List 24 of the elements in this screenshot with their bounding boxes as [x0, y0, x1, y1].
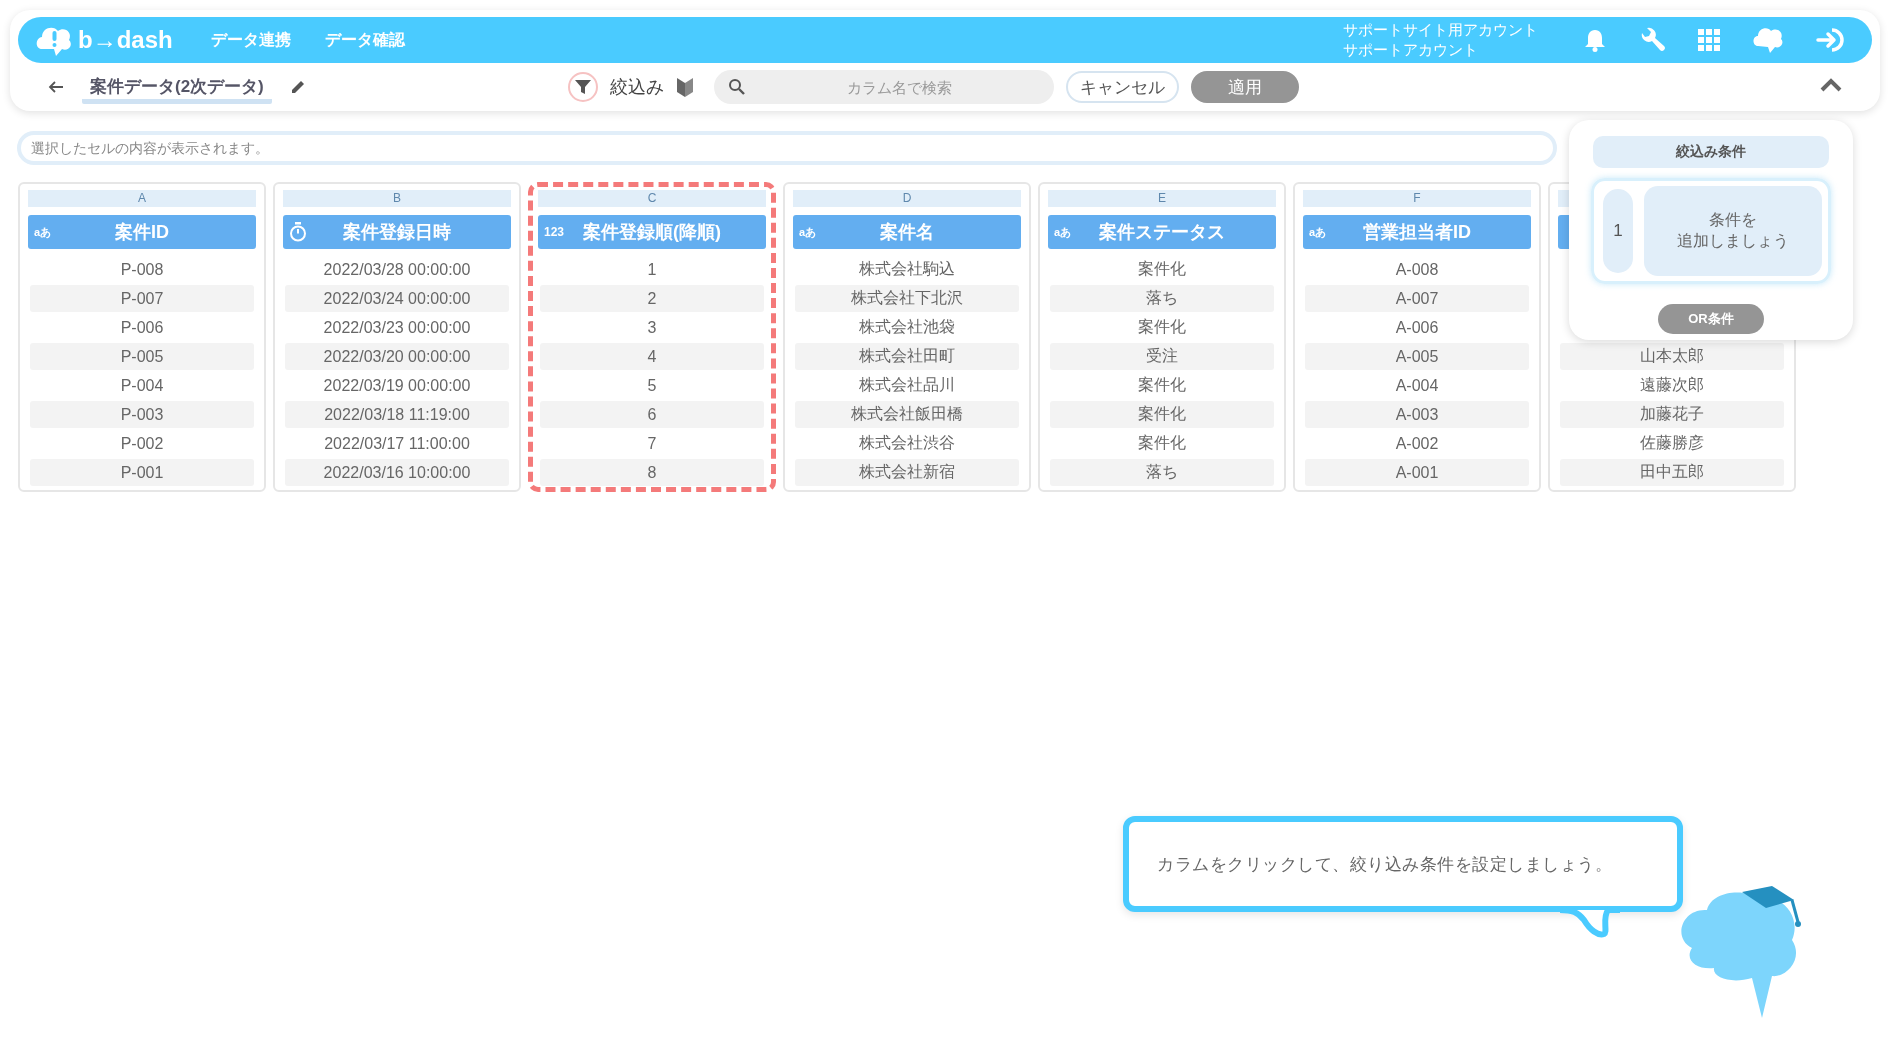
condition-number: 1: [1600, 186, 1636, 276]
panel-title: 絞込み条件: [1593, 136, 1829, 168]
column-title: 案件名: [880, 221, 934, 244]
text-type-label: aあ: [1309, 224, 1327, 240]
column-letter: B: [283, 190, 511, 207]
account-name: サポートサイト用アカウント: [1343, 20, 1538, 40]
data-title: 案件データ(2次データ): [82, 70, 272, 104]
column-letter: C: [538, 190, 766, 207]
column-letter: E: [1048, 190, 1276, 207]
text-type-label: aあ: [1054, 224, 1072, 240]
filter-label: 絞込み: [610, 76, 664, 99]
text-type-label: aあ: [34, 224, 52, 240]
column-title: 案件登録日時: [343, 221, 451, 244]
text-type-label: aあ: [799, 224, 817, 240]
column-letter: D: [793, 190, 1021, 207]
column-title: 営業担当者ID: [1363, 221, 1471, 244]
hint-text: カラムをクリックして、絞り込み条件を設定しましょう。: [1157, 853, 1612, 876]
column-letter: A: [28, 190, 256, 207]
column-title: 案件登録順(降順): [583, 221, 721, 244]
column-title: 案件ステータス: [1099, 221, 1225, 244]
column-letter: F: [1303, 190, 1531, 207]
column-title: 案件ID: [115, 221, 169, 244]
account-name: サポートアカウント: [1343, 40, 1479, 60]
number-type-label: 123: [544, 225, 565, 239]
